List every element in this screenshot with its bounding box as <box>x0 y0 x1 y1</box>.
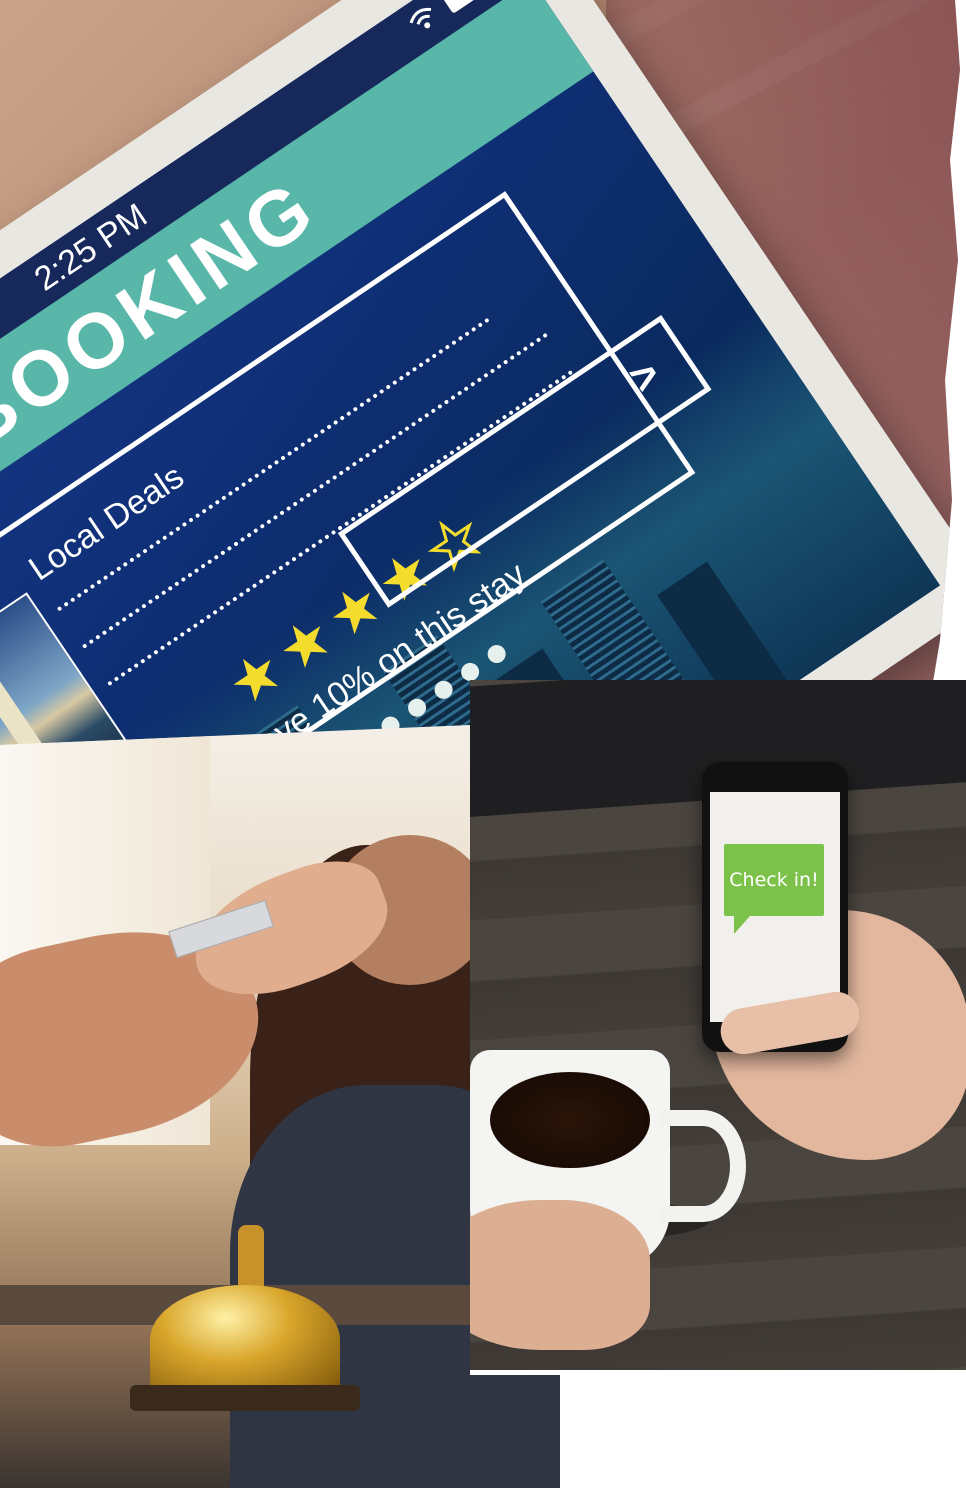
checkin-label: Check in! <box>729 869 819 891</box>
phone-screen: Check in! <box>710 792 840 1022</box>
battery-icon <box>439 0 490 14</box>
phone-checkin-photo: Check in! <box>470 680 966 1370</box>
photo-collage: 2:25 PM BOOKING Local Deals ★ ★ ★ ★ ★ Sa… <box>0 0 966 1488</box>
deal-label: Local Deals <box>22 457 191 589</box>
cup-handle <box>660 1110 746 1222</box>
speech-bubble-icon[interactable]: Check in! <box>724 844 824 934</box>
speech-bubble-tail <box>734 916 750 934</box>
wifi-icon <box>409 7 432 29</box>
chevron-right-icon: > <box>620 348 670 404</box>
tablet-booking-photo: 2:25 PM BOOKING Local Deals ★ ★ ★ ★ ★ Sa… <box>0 0 960 790</box>
page-background <box>590 1370 966 1488</box>
service-bell-knob <box>238 1225 264 1287</box>
coffee <box>490 1072 650 1168</box>
hand-holding-cup <box>470 1200 650 1350</box>
service-bell-base <box>130 1385 360 1411</box>
service-bell <box>150 1285 340 1395</box>
